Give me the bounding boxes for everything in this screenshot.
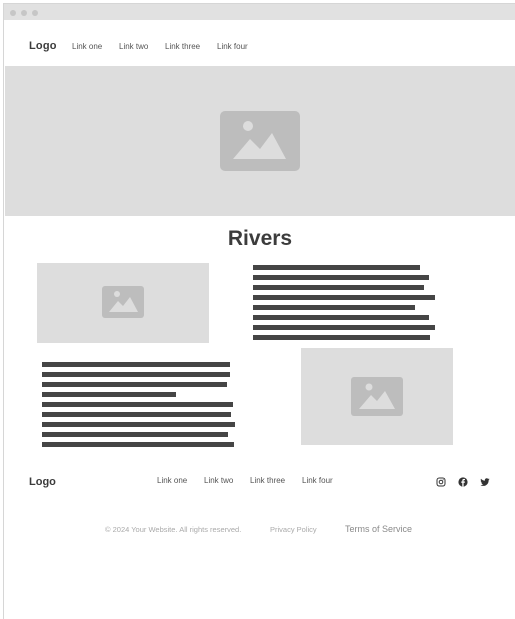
window-minimize-dot[interactable]: [21, 10, 27, 16]
footer-link-four[interactable]: Link four: [302, 476, 333, 485]
window-maximize-dot[interactable]: [32, 10, 38, 16]
text-line: [253, 265, 420, 270]
footer-link-three[interactable]: Link three: [250, 476, 285, 485]
twitter-icon[interactable]: [480, 477, 490, 487]
header-nav: Logo Link one Link two Link three Link f…: [4, 38, 515, 54]
text-line: [42, 412, 231, 417]
nav-link-three[interactable]: Link three: [165, 42, 200, 51]
privacy-policy-link[interactable]: Privacy Policy: [270, 525, 317, 534]
hero-image: [5, 66, 515, 216]
nav-link-two[interactable]: Link two: [119, 42, 148, 51]
footer-logo[interactable]: Logo: [29, 476, 56, 488]
facebook-icon[interactable]: [458, 477, 468, 487]
section-image-1: [37, 263, 209, 343]
image-placeholder-icon: [220, 111, 300, 171]
text-line: [42, 442, 234, 447]
text-line: [253, 295, 435, 300]
text-line: [253, 285, 424, 290]
text-line: [253, 335, 430, 340]
window-close-dot[interactable]: [10, 10, 16, 16]
section-text-1: [253, 265, 435, 345]
text-line: [253, 275, 429, 280]
browser-window: Logo Link one Link two Link three Link f…: [3, 3, 515, 619]
text-line: [42, 372, 230, 377]
image-placeholder-icon: [351, 377, 403, 416]
text-line: [253, 315, 429, 320]
section-image-2: [301, 348, 453, 445]
text-line: [253, 305, 415, 310]
text-line: [42, 382, 227, 387]
nav-link-four[interactable]: Link four: [217, 42, 248, 51]
text-line: [42, 392, 176, 397]
copyright-text: © 2024 Your Website. All rights reserved…: [105, 525, 242, 534]
footer-link-one[interactable]: Link one: [157, 476, 187, 485]
nav-link-one[interactable]: Link one: [72, 42, 102, 51]
footer-link-two[interactable]: Link two: [204, 476, 233, 485]
text-line: [42, 422, 235, 427]
instagram-icon[interactable]: [436, 477, 446, 487]
terms-of-service-link[interactable]: Terms of Service: [345, 524, 412, 534]
text-line: [42, 402, 233, 407]
header-logo[interactable]: Logo: [29, 40, 57, 52]
text-line: [42, 362, 230, 367]
text-line: [42, 432, 228, 437]
page-title: Rivers: [227, 227, 293, 250]
window-titlebar: [4, 4, 515, 20]
text-line: [253, 325, 435, 330]
image-placeholder-icon: [102, 286, 144, 318]
section-text-2: [42, 362, 235, 452]
